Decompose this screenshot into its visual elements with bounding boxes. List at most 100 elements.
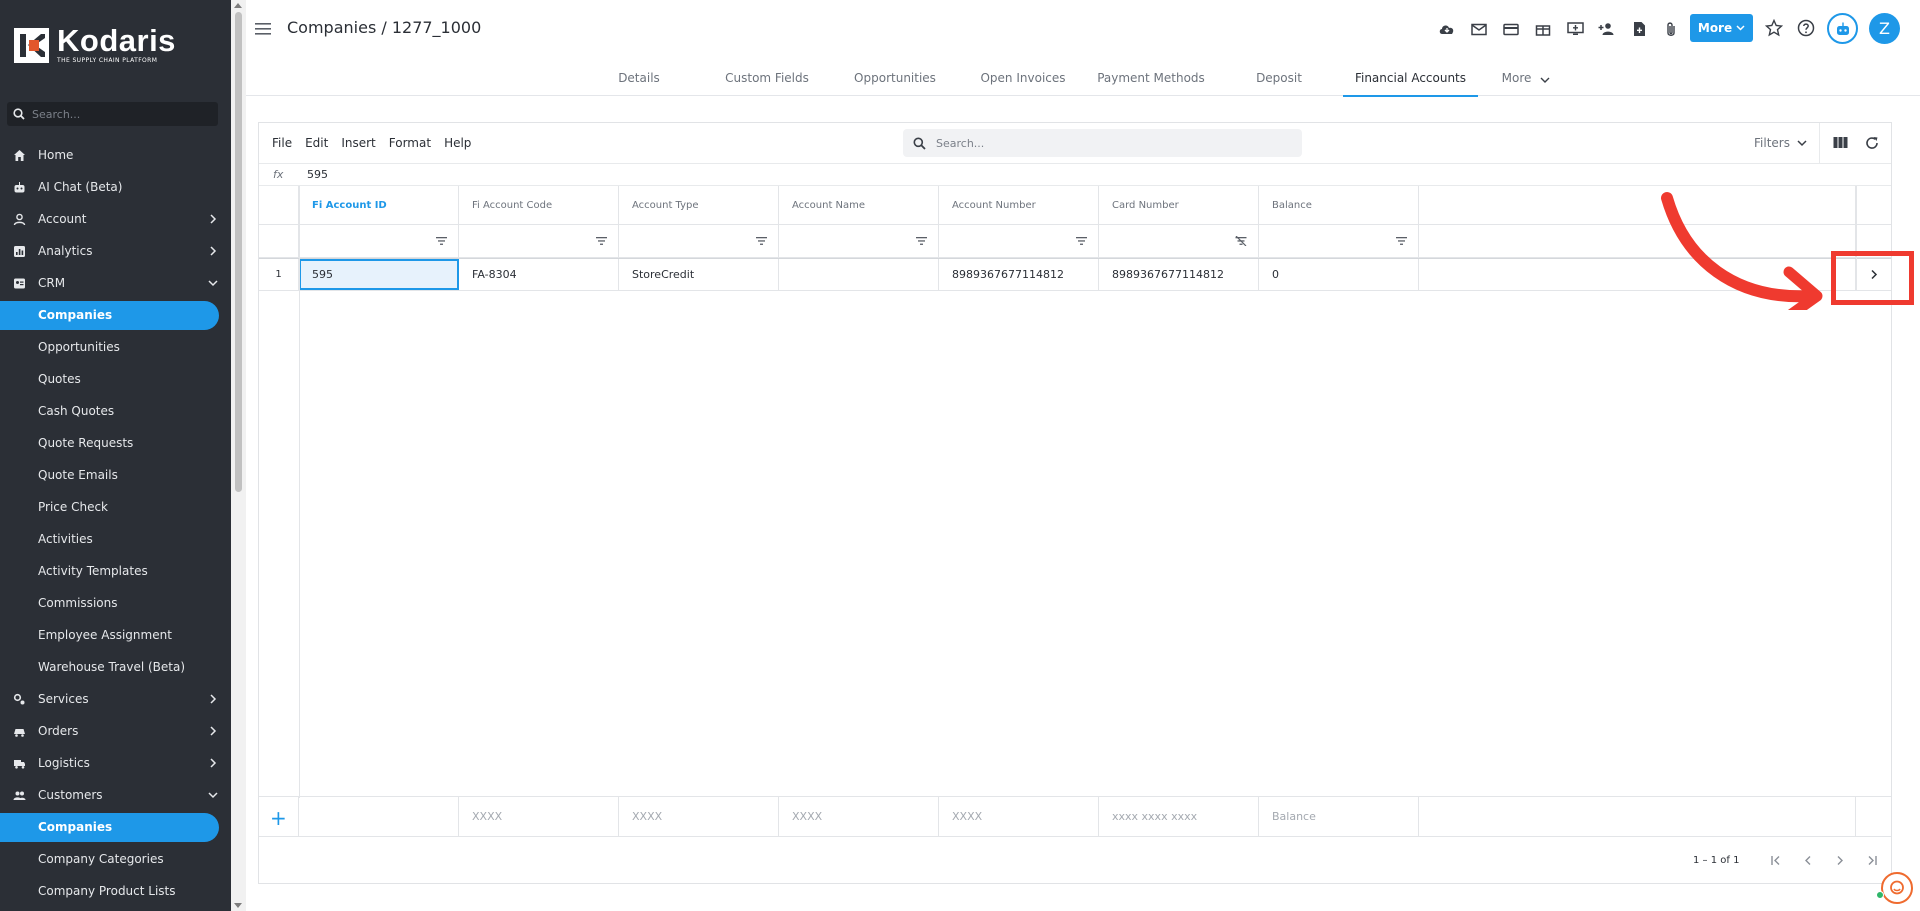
sidebar-search[interactable] [7, 102, 218, 126]
sidebar-item-price-check[interactable]: Price Check [0, 491, 231, 523]
filter-icon[interactable] [1076, 237, 1087, 245]
new-cell[interactable]: XXXX [459, 797, 619, 836]
first-page-icon[interactable] [1767, 851, 1785, 869]
menu-format[interactable]: Format [389, 136, 431, 150]
column-filter[interactable] [299, 225, 459, 257]
column-header[interactable]: Balance [1259, 186, 1419, 224]
sidebar-item-orders[interactable]: Orders [0, 715, 231, 747]
screen-icon[interactable] [1559, 18, 1591, 40]
tab-financial-accounts[interactable]: Financial Accounts [1343, 60, 1478, 97]
filter-off-icon[interactable] [1235, 236, 1247, 246]
sidebar-item-quote-requests[interactable]: Quote Requests [0, 427, 231, 459]
new-cell[interactable]: XXXX [939, 797, 1099, 836]
column-filter[interactable] [619, 225, 779, 257]
new-cell[interactable] [299, 797, 459, 836]
tab-more[interactable]: More [1478, 60, 1574, 96]
sidebar-item-quotes[interactable]: Quotes [0, 363, 231, 395]
filter-icon[interactable] [1396, 237, 1407, 245]
filter-icon[interactable] [916, 237, 927, 245]
column-filter[interactable] [459, 225, 619, 257]
new-cell[interactable]: xxxx xxxx xxxx [1099, 797, 1259, 836]
sidebar-item-activities[interactable]: Activities [0, 523, 231, 555]
sidebar-item-opportunities[interactable]: Opportunities [0, 331, 231, 363]
assistant-button[interactable] [1827, 13, 1858, 44]
sidebar-item-logistics[interactable]: Logistics [0, 747, 231, 779]
cell-card-number[interactable]: 8989367677114812 [1099, 259, 1259, 290]
formula-bar[interactable]: fx 595 [259, 164, 1891, 186]
tab-payment-methods[interactable]: Payment Methods [1087, 60, 1215, 96]
sidebar-item-company-categories[interactable]: Company Categories [0, 843, 231, 875]
sidebar-item-ai-chat[interactable]: AI Chat (Beta) [0, 171, 231, 203]
sidebar-item-quote-emails[interactable]: Quote Emails [0, 459, 231, 491]
column-filter[interactable] [939, 225, 1099, 257]
mail-icon[interactable] [1463, 18, 1495, 40]
new-cell[interactable]: XXXX [619, 797, 779, 836]
scroll-down-icon[interactable] [234, 903, 242, 908]
column-filter[interactable] [1099, 225, 1259, 257]
cell-account-name[interactable] [779, 259, 939, 290]
sidebar-item-companies[interactable]: Companies [0, 299, 231, 331]
cell-account-number[interactable]: 8989367677114812 [939, 259, 1099, 290]
formula-value[interactable]: 595 [307, 168, 328, 181]
sidebar-item-home[interactable]: Home [0, 139, 231, 171]
new-cell[interactable]: XXXX [779, 797, 939, 836]
tab-open-invoices[interactable]: Open Invoices [959, 60, 1087, 96]
cell-balance[interactable]: 0 [1259, 259, 1419, 290]
column-header[interactable]: Account Name [779, 186, 939, 224]
avatar[interactable]: Z [1869, 13, 1900, 44]
tab-opportunities[interactable]: Opportunities [831, 60, 959, 96]
sidebar-item-crm[interactable]: CRM [0, 267, 231, 299]
menu-edit[interactable]: Edit [305, 136, 328, 150]
document-icon[interactable] [1623, 18, 1655, 40]
sidebar-item-company-product-lists[interactable]: Company Product Lists [0, 875, 231, 907]
tab-custom-fields[interactable]: Custom Fields [703, 60, 831, 96]
hamburger-menu-icon[interactable] [255, 22, 271, 36]
cloud-icon[interactable] [1431, 18, 1463, 40]
next-page-icon[interactable] [1831, 851, 1849, 869]
sidebar-item-warehouse-travel[interactable]: Warehouse Travel (Beta) [0, 651, 231, 683]
help-icon[interactable] [1797, 19, 1815, 37]
last-page-icon[interactable] [1863, 851, 1881, 869]
new-cell[interactable]: Balance [1259, 797, 1419, 836]
filter-icon[interactable] [436, 237, 447, 245]
sidebar-item-customers-companies[interactable]: Companies [0, 811, 231, 843]
tab-details[interactable]: Details [575, 60, 703, 96]
menu-file[interactable]: File [272, 136, 292, 150]
column-filter[interactable] [779, 225, 939, 257]
column-header[interactable]: Fi Account Code [459, 186, 619, 224]
sidebar-item-employee-assignment[interactable]: Employee Assignment [0, 619, 231, 651]
filter-icon[interactable] [756, 237, 767, 245]
scroll-up-icon[interactable] [234, 3, 242, 8]
add-row-cell[interactable]: + [259, 797, 299, 836]
sidebar-scrollbar[interactable] [231, 0, 246, 911]
column-header[interactable]: Account Type [619, 186, 779, 224]
card-icon[interactable] [1495, 18, 1527, 40]
grid-search-input[interactable] [936, 136, 1276, 150]
cell-fi-account-code[interactable]: FA-8304 [459, 259, 619, 290]
prev-page-icon[interactable] [1799, 851, 1817, 869]
sidebar-item-commissions[interactable]: Commissions [0, 587, 231, 619]
more-button[interactable]: More [1690, 14, 1753, 42]
column-header[interactable]: Card Number [1099, 186, 1259, 224]
sidebar-item-cash-quotes[interactable]: Cash Quotes [0, 395, 231, 427]
chat-support-button[interactable] [1881, 872, 1913, 904]
new-row[interactable]: + XXXX XXXX XXXX XXXX xxxx xxxx xxxx Bal… [259, 796, 1891, 837]
refresh-icon[interactable] [1865, 136, 1879, 150]
filters-dropdown[interactable]: Filters [1754, 136, 1807, 150]
sidebar-item-customers[interactable]: Customers [0, 779, 231, 811]
columns-icon[interactable] [1833, 136, 1848, 149]
sidebar-item-analytics[interactable]: Analytics [0, 235, 231, 267]
logo[interactable]: Kodaris THE SUPPLY CHAIN PLATFORM [14, 25, 176, 64]
filter-icon[interactable] [596, 237, 607, 245]
menu-help[interactable]: Help [444, 136, 471, 150]
grid-search[interactable] [903, 129, 1302, 157]
gift-icon[interactable] [1527, 18, 1559, 40]
sidebar-item-activity-templates[interactable]: Activity Templates [0, 555, 231, 587]
paperclip-icon[interactable] [1655, 18, 1687, 40]
table-row[interactable]: 1 595 FA-8304 StoreCredit 89893676771148… [259, 258, 1891, 291]
plus-icon[interactable]: + [270, 806, 287, 830]
tab-deposit[interactable]: Deposit [1215, 60, 1343, 96]
menu-insert[interactable]: Insert [341, 136, 375, 150]
scrollbar-thumb[interactable] [235, 12, 242, 492]
sidebar-item-services[interactable]: Services [0, 683, 231, 715]
